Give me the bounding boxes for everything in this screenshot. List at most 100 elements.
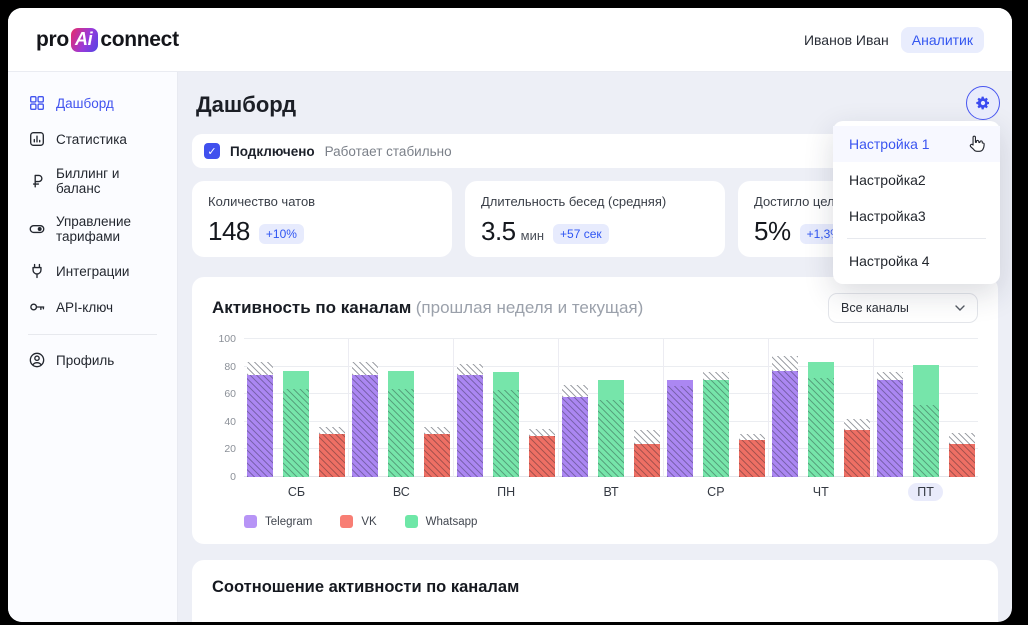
sidebar-item-биллинг-и-баланс[interactable]: Биллинг и баланс <box>28 166 167 196</box>
bar-whatsapp-ВТ[interactable] <box>598 380 624 477</box>
settings-gear-button[interactable] <box>966 86 1000 120</box>
bar-vk-ВТ[interactable] <box>634 430 660 477</box>
bar-previous-excess <box>634 430 660 444</box>
bar-vk-СБ[interactable] <box>319 427 345 477</box>
bar-previous-excess <box>877 372 903 380</box>
bar-group-ЧТ <box>769 339 874 477</box>
menu-item-2[interactable]: Настройка2 <box>833 162 1000 198</box>
bar-previous-excess <box>772 356 798 371</box>
bar-vk-ПН[interactable] <box>529 429 555 477</box>
bar-previous-overlap <box>424 434 450 477</box>
y-tick-label: 60 <box>224 388 236 400</box>
user-name: Иванов Иван <box>804 32 889 48</box>
bar-previous-overlap <box>877 380 903 477</box>
legend-label: VK <box>361 516 376 528</box>
bar-previous-excess <box>352 362 378 374</box>
bar-previous-overlap <box>352 375 378 477</box>
sidebar-item-статистика[interactable]: Статистика <box>28 130 167 148</box>
share-item: Telegram - 47% <box>282 621 377 622</box>
bar-telegram-ПН[interactable] <box>457 364 483 477</box>
chevron-down-icon <box>955 305 965 311</box>
key-icon <box>28 298 46 316</box>
x-tick-label-СБ: СБ <box>244 485 349 499</box>
bar-previous-overlap <box>772 371 798 477</box>
bar-telegram-ПТ[interactable] <box>877 372 903 477</box>
bar-previous-overlap <box>283 389 309 477</box>
x-tick-label-ВТ: ВТ <box>559 485 664 499</box>
y-tick-label: 80 <box>224 361 236 373</box>
plug-icon <box>28 262 46 280</box>
sidebar-item-label: Статистика <box>56 132 127 147</box>
bar-whatsapp-ЧТ[interactable] <box>808 362 834 477</box>
bar-previous-overlap <box>562 397 588 477</box>
bar-whatsapp-ПН[interactable] <box>493 372 519 477</box>
bar-vk-ЧТ[interactable] <box>844 419 870 477</box>
app-window: proAiconnect Иванов Иван Аналитик Дашбор… <box>8 8 1012 622</box>
menu-item-4[interactable]: Настройка 4 <box>833 243 1000 279</box>
bar-telegram-ВС[interactable] <box>352 362 378 477</box>
sidebar-item-api-ключ[interactable]: API-ключ <box>28 298 167 316</box>
bar-vk-СР[interactable] <box>739 434 765 477</box>
app-header: proAiconnect Иванов Иван Аналитик <box>8 8 1012 72</box>
y-tick-label: 100 <box>218 333 236 345</box>
bar-previous-overlap <box>703 380 729 477</box>
sidebar-item-дашборд[interactable]: Дашборд <box>28 94 167 112</box>
ruble-icon <box>28 172 46 190</box>
bar-previous-overlap <box>913 405 939 477</box>
y-tick-label: 20 <box>224 443 236 455</box>
stat-card-title: Количество чатов <box>208 194 436 209</box>
legend-item-whatsapp: Whatsapp <box>405 515 478 528</box>
stat-card-value: 3.5 <box>481 216 516 247</box>
sidebar-item-управление-тарифами[interactable]: Управление тарифами <box>28 214 167 244</box>
stat-card-1: Длительность бесед (средняя) 3.5 мин +57… <box>465 181 725 257</box>
bar-whatsapp-ВС[interactable] <box>388 371 414 477</box>
main-content: Дашборд ✓ Подключено Работает стабильно … <box>178 72 1012 622</box>
sidebar-item-label: API-ключ <box>56 300 113 315</box>
stat-card-delta-badge: +10% <box>259 224 304 244</box>
sidebar-item-профиль[interactable]: Профиль <box>28 351 167 369</box>
bar-whatsapp-ПТ[interactable] <box>913 365 939 477</box>
sidebar-divider <box>28 334 157 335</box>
sidebar-item-label: Интеграции <box>56 264 129 279</box>
bar-previous-excess <box>424 427 450 434</box>
bar-telegram-ЧТ[interactable] <box>772 356 798 477</box>
bar-previous-excess <box>703 372 729 380</box>
user-role-badge[interactable]: Аналитик <box>901 27 984 53</box>
legend-label: Telegram <box>265 516 312 528</box>
bar-previous-overlap <box>388 389 414 477</box>
bar-whatsapp-СР[interactable] <box>703 372 729 477</box>
bar-telegram-ВТ[interactable] <box>562 385 588 477</box>
bar-previous-excess <box>457 364 483 375</box>
bar-whatsapp-СБ[interactable] <box>283 371 309 477</box>
bar-previous-overlap <box>529 436 555 477</box>
bar-telegram-СБ[interactable] <box>247 362 273 477</box>
logo-text-post: connect <box>100 28 178 52</box>
connected-checkbox[interactable]: ✓ <box>204 143 220 159</box>
bar-previous-overlap <box>739 440 765 477</box>
channels-filter-select[interactable]: Все каналы <box>828 293 978 323</box>
bar-vk-ВС[interactable] <box>424 427 450 477</box>
bar-previous-excess <box>739 434 765 440</box>
share-item: Whatsapp - 35% <box>564 621 664 622</box>
bar-group-СР <box>664 339 769 477</box>
menu-item-3[interactable]: Настройка3 <box>833 198 1000 234</box>
bar-group-ВТ <box>559 339 664 477</box>
stat-card-value: 148 <box>208 216 250 247</box>
x-tick-label-ВС: ВС <box>349 485 454 499</box>
bar-previous-overlap <box>319 434 345 477</box>
bar-previous-overlap <box>247 375 273 477</box>
bar-vk-ПТ[interactable] <box>949 433 975 477</box>
x-tick-label-ЧТ: ЧТ <box>768 485 873 499</box>
chart-groups <box>244 339 978 477</box>
app-logo: proAiconnect <box>36 28 179 52</box>
sidebar-item-интеграции[interactable]: Интеграции <box>28 262 167 280</box>
stat-card-delta-badge: +57 сек <box>553 224 609 244</box>
bar-previous-excess <box>319 427 345 434</box>
toggle-icon <box>28 220 46 238</box>
stat-card-unit: мин <box>521 228 544 243</box>
legend-item-telegram: Telegram <box>244 515 312 528</box>
chart-subtitle: (прошлая неделя и текущая) <box>416 298 644 317</box>
dashboard-icon <box>28 94 46 112</box>
bar-previous-overlap <box>598 400 624 477</box>
bar-telegram-СР[interactable] <box>667 380 693 477</box>
